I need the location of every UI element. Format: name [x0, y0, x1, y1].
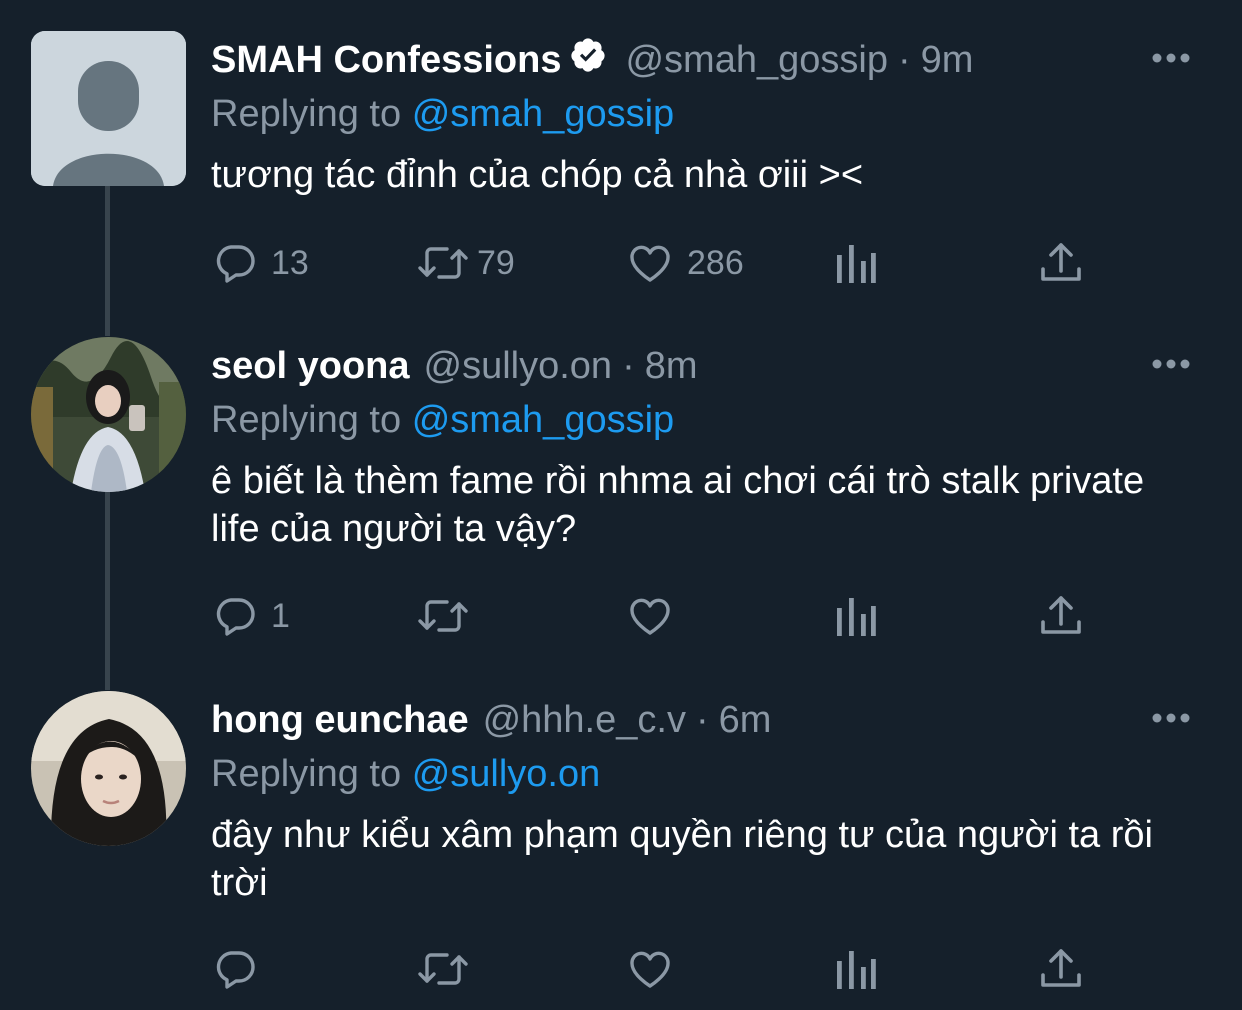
heart-icon — [630, 598, 670, 635]
more-options-icon[interactable] — [1151, 43, 1191, 73]
retweet-button[interactable] — [415, 591, 483, 641]
timestamp[interactable]: 6m — [719, 699, 772, 742]
analytics-icon — [837, 598, 876, 636]
reply-icon — [216, 598, 255, 636]
display-name[interactable]: hong eunchae — [211, 699, 469, 742]
separator-dot: · — [622, 344, 635, 387]
timestamp[interactable]: 8m — [645, 345, 698, 388]
mention-link[interactable]: @sullyo.on — [412, 753, 601, 795]
user-handle[interactable]: @smah_gossip — [625, 39, 887, 82]
replying-to-label: Replying to — [211, 399, 402, 441]
replying-to-line: Replying to @smah_gossip — [211, 395, 1191, 445]
tweet[interactable]: SMAH Confessions @smah_gossip · 9m Reply… — [0, 31, 1242, 331]
tweet[interactable]: hong eunchae @hhh.e_c.v · 6m Replying to… — [0, 691, 1242, 1006]
tweet-actions: 13 79 286 — [211, 238, 1091, 288]
mention-link[interactable]: @smah_gossip — [412, 399, 674, 441]
mention-link[interactable]: @smah_gossip — [412, 93, 674, 135]
heart-icon — [630, 951, 670, 988]
views-button[interactable] — [835, 591, 877, 641]
share-button[interactable] — [1039, 591, 1083, 641]
profile-photo — [31, 337, 186, 492]
like-count: 286 — [687, 243, 744, 282]
default-avatar-icon — [31, 31, 186, 186]
verified-badge-icon — [569, 36, 607, 84]
share-icon — [1041, 243, 1081, 281]
avatar[interactable] — [31, 31, 186, 186]
reply-count: 1 — [271, 596, 290, 635]
tweet-actions — [211, 944, 1091, 994]
retweet-button[interactable]: 79 — [415, 238, 515, 288]
display-name[interactable]: SMAH Confessions — [211, 39, 561, 82]
reply-button[interactable] — [211, 944, 271, 994]
separator-dot: · — [897, 38, 911, 81]
share-icon — [1041, 949, 1081, 987]
tweet-actions: 1 — [211, 591, 1091, 641]
share-button[interactable] — [1039, 944, 1083, 994]
reply-icon — [216, 245, 255, 283]
analytics-icon — [837, 951, 876, 989]
like-button[interactable] — [625, 944, 687, 994]
share-icon — [1041, 596, 1081, 634]
heart-icon — [630, 245, 670, 282]
retweet-icon — [418, 247, 468, 279]
retweet-icon — [418, 600, 468, 632]
reply-button[interactable]: 13 — [211, 238, 309, 288]
tweet-text: ê biết là thèm fame rồi nhma ai chơi cái… — [211, 460, 1145, 550]
profile-photo — [31, 691, 186, 846]
like-button[interactable]: 286 — [625, 238, 744, 288]
replying-to-line: Replying to @sullyo.on — [211, 749, 1191, 799]
reply-button[interactable]: 1 — [211, 591, 290, 641]
retweet-button[interactable] — [415, 944, 483, 994]
user-handle[interactable]: @hhh.e_c.v — [483, 699, 686, 742]
views-button[interactable] — [835, 944, 877, 994]
tweet[interactable]: seol yoona @sullyo.on · 8m Replying to @… — [0, 337, 1242, 657]
like-button[interactable] — [625, 591, 687, 641]
views-button[interactable] — [835, 238, 877, 288]
tweet-text: đây như kiểu xâm phạm quyền riêng tư của… — [211, 814, 1153, 904]
user-handle[interactable]: @sullyo.on — [424, 345, 613, 388]
retweet-icon — [418, 953, 468, 985]
more-options-icon[interactable] — [1151, 349, 1191, 379]
more-options-icon[interactable] — [1151, 703, 1191, 733]
reply-icon — [216, 951, 255, 989]
display-name[interactable]: seol yoona — [211, 345, 410, 388]
share-button[interactable] — [1039, 238, 1083, 288]
replying-to-label: Replying to — [211, 93, 402, 135]
timestamp[interactable]: 9m — [921, 39, 974, 82]
replying-to-label: Replying to — [211, 753, 402, 795]
reply-count: 13 — [271, 243, 309, 282]
avatar[interactable] — [31, 337, 186, 492]
replying-to-line: Replying to @smah_gossip — [211, 89, 1191, 139]
retweet-count: 79 — [477, 243, 515, 282]
separator-dot: · — [695, 698, 709, 741]
tweet-text: tương tác đỉnh của chóp cả nhà ơiii >< — [211, 154, 864, 196]
analytics-icon — [837, 245, 876, 283]
avatar[interactable] — [31, 691, 186, 846]
